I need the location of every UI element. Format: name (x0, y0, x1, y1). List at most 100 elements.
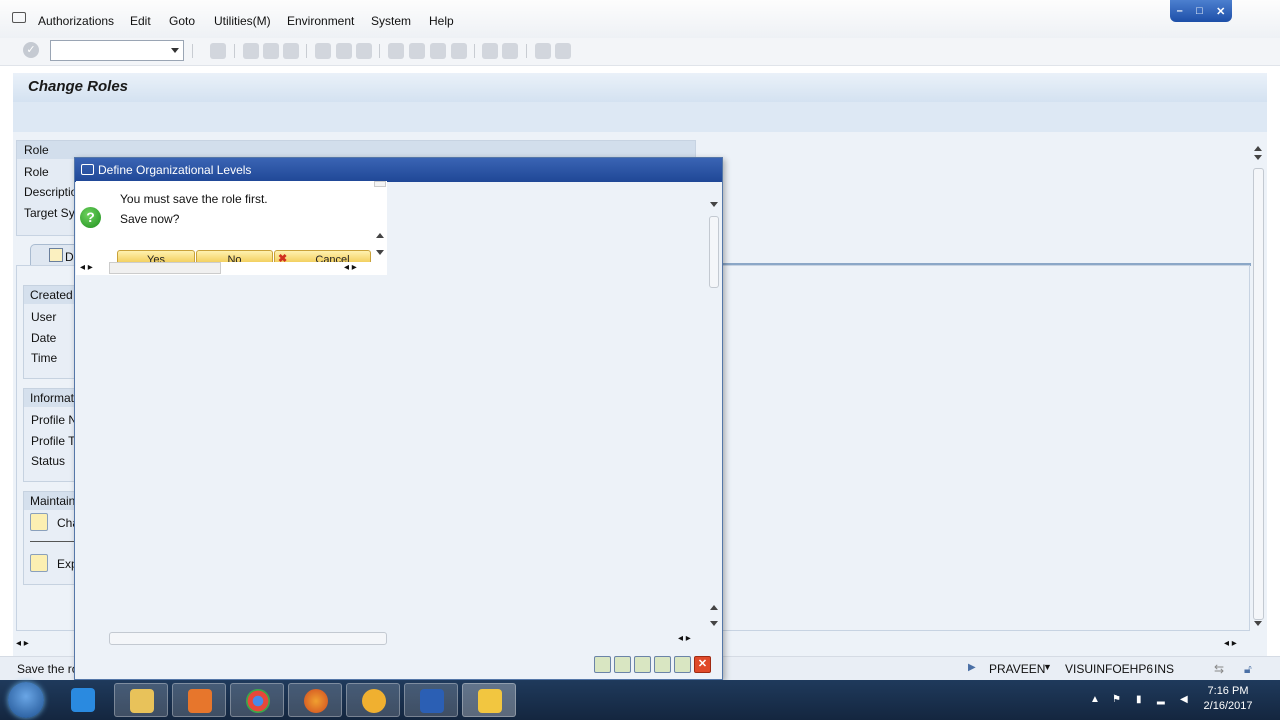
person-icon[interactable] (614, 656, 631, 673)
previous-page-icon[interactable] (409, 43, 425, 59)
scroll-down-icon[interactable] (710, 621, 718, 626)
scroll-up-icon[interactable] (376, 233, 384, 238)
shortcut-icon[interactable] (502, 43, 518, 59)
clock[interactable]: 7:16 PM 2/16/2017 (1198, 684, 1258, 714)
cancel-button[interactable]: ✖ Cancel (274, 250, 371, 262)
chevron-down-icon[interactable]: ▼ (1043, 662, 1052, 672)
scroll-left-icon[interactable]: ◂ ▸ (16, 638, 29, 649)
yes-button[interactable]: Yes (117, 250, 195, 262)
menu-utilities[interactable]: Utilities(M) (214, 14, 271, 28)
restore-icon[interactable]: □ (1196, 5, 1203, 17)
toolbar-separator (306, 44, 307, 58)
window-controls: – □ ✕ (1170, 0, 1232, 22)
pencil-icon[interactable] (30, 513, 48, 531)
taskbar-word[interactable] (404, 683, 458, 717)
taskbar-media-player[interactable] (172, 683, 226, 717)
taskbar-file-explorer[interactable] (114, 683, 168, 717)
scroll-left-icon[interactable]: ◂ ▸ (80, 262, 93, 273)
network-icon[interactable]: ▂ (1157, 694, 1169, 706)
message-horizontal-scrollbar[interactable] (109, 262, 221, 274)
menu-environment[interactable]: Environment (287, 14, 354, 28)
first-page-icon[interactable] (388, 43, 404, 59)
magnifier-icon[interactable] (30, 554, 48, 572)
trash-icon[interactable] (634, 656, 651, 673)
dialog-horizontal-scrollbar[interactable] (109, 632, 387, 645)
start-button[interactable] (8, 682, 44, 718)
menu-authorizations[interactable]: Authorizations (38, 14, 114, 28)
scroll-down-icon[interactable] (376, 250, 384, 255)
scroll-thumb[interactable] (374, 181, 386, 187)
back-icon[interactable] (243, 43, 259, 59)
profile-name-label: Profile N (31, 413, 78, 427)
scrollbar-track[interactable] (709, 216, 719, 288)
minimize-icon[interactable]: – (1177, 5, 1183, 17)
scroll-left-right-icon[interactable]: ◂ ▸ (678, 633, 691, 644)
find-next-icon[interactable] (356, 43, 372, 59)
close-icon[interactable]: ✕ (694, 656, 711, 673)
chevron-down-icon[interactable] (171, 48, 179, 53)
role-header-label: Role (24, 143, 49, 157)
divider (30, 541, 80, 542)
lock-icon[interactable]: 🔓︎ (1244, 662, 1252, 677)
play-icon[interactable]: ▶ (968, 662, 976, 673)
action-center-icon[interactable]: ⚑ (1112, 694, 1124, 706)
dialog-title-bar[interactable]: Define Organizational Levels (75, 158, 722, 182)
battery-icon[interactable]: ▮ (1136, 694, 1148, 706)
find-icon[interactable] (336, 43, 352, 59)
message-scrollbar[interactable] (374, 181, 386, 256)
taskbar-firefox[interactable] (288, 683, 342, 717)
dialog-message-line1: You must save the role first. (120, 192, 268, 206)
asterisk-app-icon (362, 689, 386, 713)
menu-edit[interactable]: Edit (130, 14, 151, 28)
date-label: Date (31, 331, 57, 345)
help-icon[interactable] (535, 43, 551, 59)
dialog-vertical-scrollbar[interactable] (707, 198, 721, 630)
maintain-header-label: Maintain (30, 494, 76, 508)
system-menu-icon[interactable] (12, 12, 26, 23)
scroll-up-icon[interactable] (710, 605, 718, 610)
no-button[interactable]: No (196, 250, 273, 262)
cancel-icon[interactable] (283, 43, 299, 59)
taskbar-sap-logon[interactable] (462, 683, 516, 717)
folder-icon (130, 689, 154, 713)
scroll-down-icon[interactable] (710, 202, 718, 207)
scroll-up-icon[interactable] (1254, 146, 1262, 151)
show-hidden-icons-icon[interactable]: ▲ (1090, 694, 1102, 706)
scroll-right-icon[interactable]: ◂ ▸ (344, 262, 357, 273)
taskbar-asterisk-app[interactable] (346, 683, 400, 717)
menu-system[interactable]: System (371, 14, 411, 28)
main-vertical-scrollbar[interactable] (1251, 146, 1266, 626)
scroll-down-icon[interactable] (1254, 155, 1262, 160)
scrollbar-track[interactable] (1253, 168, 1264, 620)
close-icon[interactable]: ✕ (1216, 5, 1225, 18)
last-page-icon[interactable] (451, 43, 467, 59)
layout-icon[interactable] (555, 43, 571, 59)
command-field[interactable] (50, 40, 184, 61)
taskbar-chrome[interactable] (230, 683, 284, 717)
profile-text-label: Profile T (31, 434, 76, 448)
layout-icon[interactable]: ⇆ (1214, 662, 1224, 676)
dialog-toolbar: ✕ (594, 656, 716, 676)
enter-check-icon[interactable]: ✓ (23, 42, 39, 58)
save-icon[interactable] (594, 656, 611, 673)
application-toolbar (13, 102, 1267, 132)
scroll-down-icon[interactable] (1254, 621, 1262, 626)
create-session-icon[interactable] (482, 43, 498, 59)
volume-icon[interactable]: ◀ (1180, 694, 1192, 706)
save-icon[interactable] (210, 43, 226, 59)
toolbar-separator (526, 44, 527, 58)
menu-help[interactable]: Help (429, 14, 454, 28)
list-icon[interactable] (654, 656, 671, 673)
next-page-icon[interactable] (430, 43, 446, 59)
scroll-right-icon[interactable]: ◂ ▸ (1224, 638, 1237, 649)
print-icon[interactable] (315, 43, 331, 59)
firefox-icon (304, 689, 328, 713)
role-label: Role (24, 165, 49, 179)
toolbar-separator (474, 44, 475, 58)
menu-goto[interactable]: Goto (169, 14, 195, 28)
standard-toolbar (0, 38, 1280, 66)
status-label: Status (31, 454, 66, 468)
exit-icon[interactable] (263, 43, 279, 59)
taskbar-ie[interactable] (56, 683, 110, 717)
copy-icon[interactable] (674, 656, 691, 673)
